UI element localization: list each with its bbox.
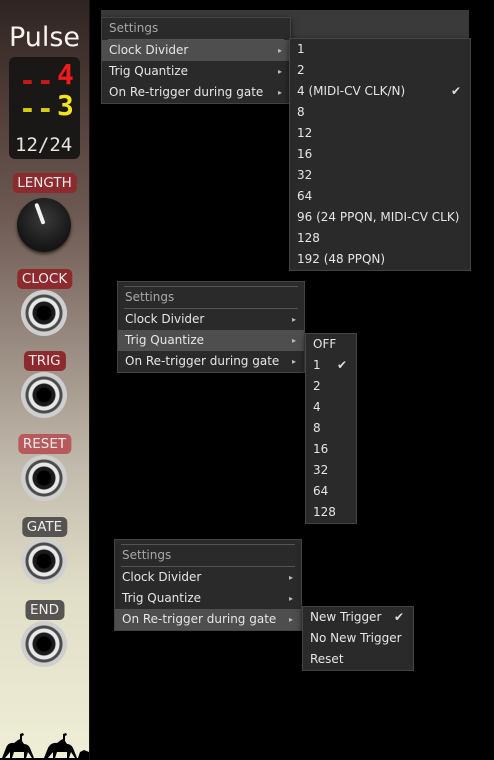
submenu-arrow-icon: ▸ (277, 67, 282, 76)
menu-header: Settings (125, 290, 175, 304)
trig-quant-option-selected[interactable]: 1 ✔ (306, 355, 356, 376)
retrigger-submenu: New Trigger ✔ No New Trigger Reset (302, 606, 414, 671)
trig-input-jack[interactable] (21, 372, 67, 418)
display-top-value: 4 (57, 58, 75, 91)
menu-item-label: Clock Divider (125, 312, 205, 326)
clock-div-option[interactable]: 128 (290, 228, 470, 249)
trig-quant-option[interactable]: 16 (306, 439, 356, 460)
menu-header: Settings (109, 21, 159, 35)
menu-item-label: On Re-trigger during gate (125, 354, 280, 368)
trig-label: TRIG (23, 351, 66, 371)
checkmark-icon: ✔ (336, 358, 347, 372)
checkmark-icon: ✔ (450, 84, 461, 98)
menu-item-retrigger[interactable]: On Re-trigger during gate ▸ (118, 351, 304, 372)
clock-div-option[interactable]: 32 (290, 165, 470, 186)
clock-input-jack[interactable] (21, 290, 67, 336)
clock-div-option[interactable]: 12 (290, 123, 470, 144)
display-top-dashes: -- (19, 64, 55, 97)
display-ratio: 12/24 (15, 134, 73, 156)
settings-menu-2: Settings Clock Divider ▸ Trig Quantize ▸… (117, 281, 305, 373)
submenu-arrow-icon: ▸ (277, 88, 282, 97)
clock-div-option-selected[interactable]: 4 (MIDI-CV CLK/N) ✔ (290, 81, 470, 102)
trig-quant-option[interactable]: 64 (306, 481, 356, 502)
trig-quantize-submenu: OFF 1 ✔ 2 4 8 16 32 64 128 (305, 333, 357, 524)
camel-caravan-logo (0, 733, 89, 760)
module-title: Pulse (8, 22, 81, 53)
menu-item-clock-divider[interactable]: Clock Divider ▸ (102, 40, 290, 61)
submenu-arrow-icon: ▸ (291, 315, 296, 324)
knob-indicator (34, 202, 46, 225)
gate-output-label: GATE (21, 517, 68, 537)
end-output-label: END (24, 600, 65, 620)
menu-item-clock-divider[interactable]: Clock Divider ▸ (115, 567, 301, 588)
clock-div-option[interactable]: 16 (290, 144, 470, 165)
gate-output-jack[interactable] (21, 538, 67, 584)
menu-item-label: Trig Quantize (125, 333, 204, 347)
retrigger-option[interactable]: No New Trigger (303, 628, 413, 649)
length-knob[interactable] (17, 198, 71, 252)
menu-item-label: Trig Quantize (122, 591, 201, 605)
clock-divider-submenu: 1 2 4 (MIDI-CV CLK/N) ✔ 8 12 16 32 64 96 … (289, 38, 471, 271)
settings-menu-3: Settings Clock Divider ▸ Trig Quantize ▸… (114, 539, 302, 631)
display-bottom-dashes: -- (19, 92, 55, 125)
submenu-arrow-icon: ▸ (288, 615, 293, 624)
clock-div-option[interactable]: 64 (290, 186, 470, 207)
trig-quant-option[interactable]: 128 (306, 502, 356, 523)
menu-item-label: On Re-trigger during gate (109, 85, 264, 99)
trig-quant-option[interactable]: 8 (306, 418, 356, 439)
submenu-arrow-icon: ▸ (288, 594, 293, 603)
reset-label: RESET (17, 434, 72, 454)
checkmark-icon: ✔ (393, 610, 404, 624)
menu-item-clock-divider[interactable]: Clock Divider ▸ (118, 309, 304, 330)
clock-div-option[interactable]: 1 (290, 39, 470, 60)
clock-div-option[interactable]: 8 (290, 102, 470, 123)
trig-quant-option[interactable]: 32 (306, 460, 356, 481)
menu-item-trig-quantize[interactable]: Trig Quantize ▸ (115, 588, 301, 609)
trig-quant-option[interactable]: 4 (306, 397, 356, 418)
menu-item-label: Trig Quantize (109, 64, 188, 78)
trig-quant-option[interactable]: OFF (306, 334, 356, 355)
menu-item-trig-quantize[interactable]: Trig Quantize ▸ (118, 330, 304, 351)
end-output-jack[interactable] (21, 621, 67, 667)
display-bottom-value: 3 (57, 89, 75, 122)
submenu-arrow-icon: ▸ (277, 46, 282, 55)
settings-menu-1: Settings Clock Divider ▸ Trig Quantize ▸… (101, 17, 291, 104)
submenu-arrow-icon: ▸ (291, 357, 296, 366)
reset-input-jack[interactable] (21, 455, 67, 501)
clock-div-option[interactable]: 2 (290, 60, 470, 81)
pulse-module-panel: Pulse -- 4 -- 3 12/24 LENGTH CLOCK TRIG … (0, 0, 90, 760)
clock-label: CLOCK (16, 269, 73, 289)
submenu-arrow-icon: ▸ (291, 336, 296, 345)
menu-item-label: On Re-trigger during gate (122, 612, 277, 626)
menu-item-retrigger[interactable]: On Re-trigger during gate ▸ (115, 609, 301, 630)
submenu-arrow-icon: ▸ (288, 573, 293, 582)
menu-item-label: Clock Divider (122, 570, 202, 584)
length-label: LENGTH (12, 173, 77, 193)
clock-div-option[interactable]: 96 (24 PPQN, MIDI-CV CLK) (290, 207, 470, 228)
segment-display: -- 4 -- 3 12/24 (9, 57, 80, 159)
menu-item-label: Clock Divider (109, 43, 189, 57)
trig-quant-option[interactable]: 2 (306, 376, 356, 397)
retrigger-option[interactable]: Reset (303, 649, 413, 670)
menu-item-retrigger[interactable]: On Re-trigger during gate ▸ (102, 82, 290, 103)
menu-header: Settings (122, 548, 172, 562)
menu-item-trig-quantize[interactable]: Trig Quantize ▸ (102, 61, 290, 82)
retrigger-option-selected[interactable]: New Trigger ✔ (303, 607, 413, 628)
clock-div-option[interactable]: 192 (48 PPQN) (290, 249, 470, 270)
